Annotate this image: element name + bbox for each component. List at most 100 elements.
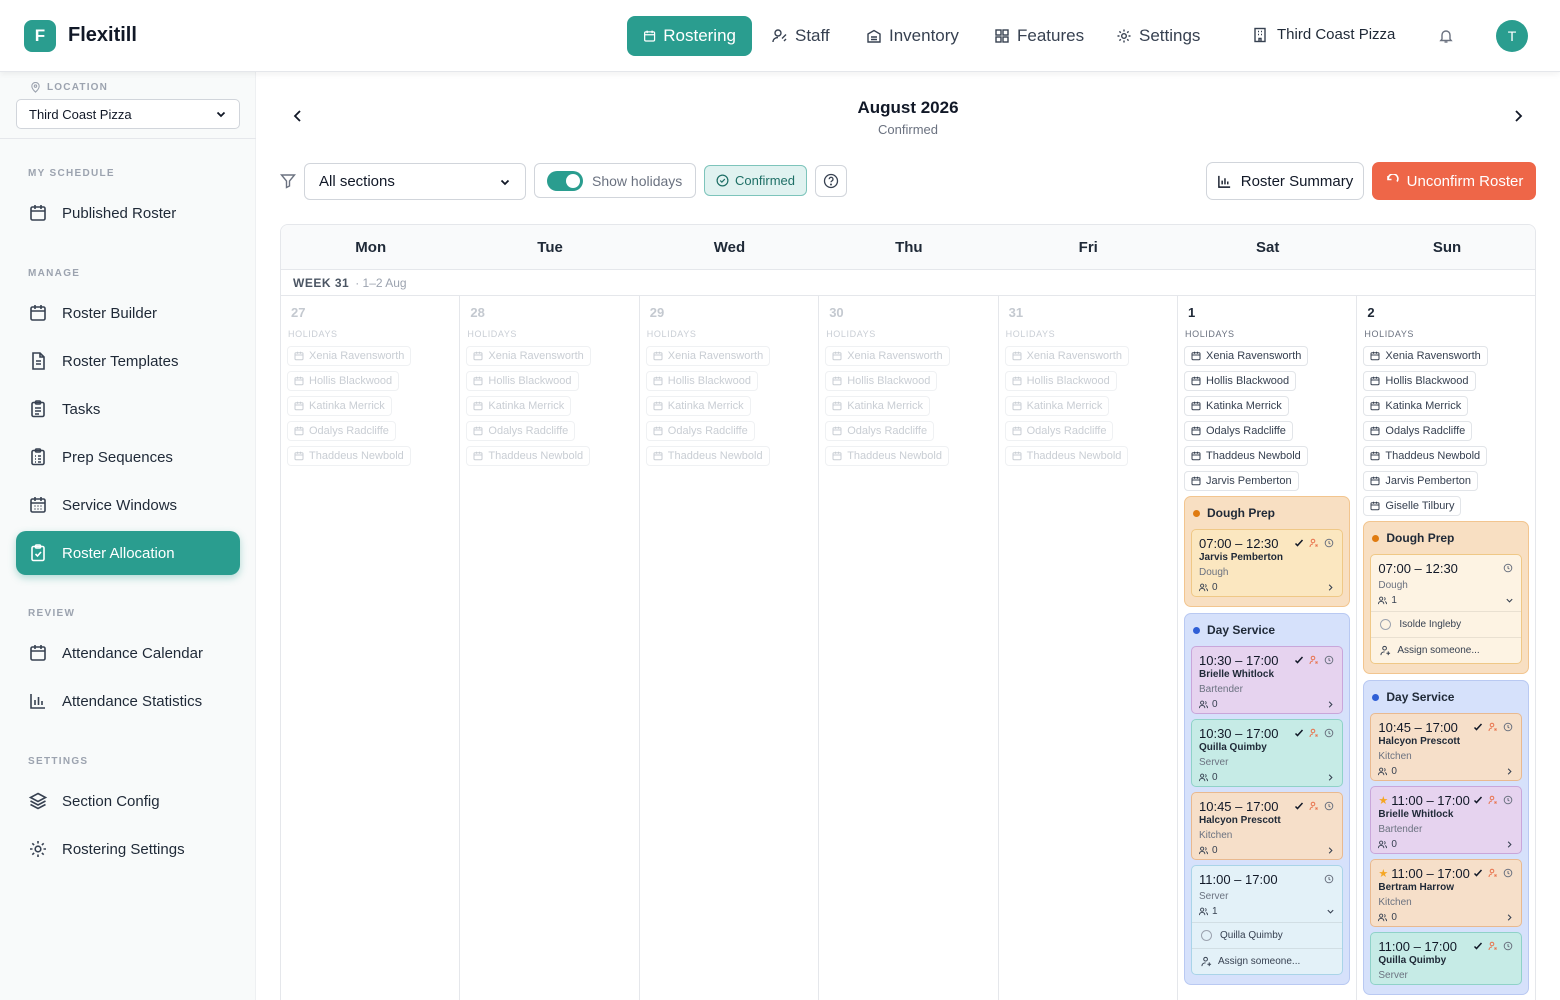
day-cell[interactable]: 1 HOLIDAYS Xenia Ravensworth Hollis Black…	[1178, 296, 1358, 1000]
shift-card[interactable]: 10:45 – 17:00 Halcyon Prescott Kitchen 0	[1370, 713, 1523, 781]
nav-features[interactable]: Features	[978, 16, 1100, 56]
shift-role: Kitchen	[1378, 897, 1412, 908]
holiday-chip-name: Odalys Radcliffe	[1026, 425, 1107, 437]
shift-time: 11:00 – 17:00	[1199, 872, 1278, 887]
history-icon[interactable]	[1503, 941, 1513, 951]
holiday-chip: Hollis Blackwood	[645, 371, 758, 391]
assign-someone-button[interactable]: Assign someone...	[1192, 948, 1342, 971]
user-swap-icon[interactable]	[1488, 941, 1498, 951]
history-icon[interactable]	[1503, 563, 1513, 573]
nav-rostering[interactable]: Rostering	[627, 16, 752, 56]
sidebar-item-roster-allocation[interactable]: Roster Allocation	[16, 531, 240, 575]
shift-card[interactable]: ★ 11:00 – 17:00 Bertram Harrow Kitchen 0	[1370, 859, 1523, 927]
day-cell[interactable]: 29 HOLIDAYS Xenia Ravensworth Hollis Blac…	[640, 296, 820, 1000]
shift-card[interactable]: 10:30 – 17:00 Quilla Quimby Server 0	[1191, 719, 1343, 787]
shift-count: 0	[1391, 766, 1397, 777]
holiday-chip-name: Katinka Merrick	[1206, 400, 1282, 412]
prev-month-button[interactable]	[290, 108, 306, 124]
history-icon[interactable]	[1503, 795, 1513, 805]
app-name[interactable]: Flexitill	[68, 24, 137, 47]
group-day-service[interactable]: Day Service 10:30 – 17:00 Brielle Whitlo…	[1184, 613, 1350, 985]
user-swap-icon[interactable]	[1309, 801, 1319, 811]
user-plus-icon	[1380, 645, 1391, 656]
shift-card[interactable]: ★ 11:00 – 17:00 Brielle Whitlock Bartende…	[1370, 786, 1523, 854]
app-logo[interactable]: F	[24, 20, 56, 52]
nav-staff[interactable]: Staff	[756, 16, 846, 56]
nav-inventory[interactable]: Inventory	[850, 16, 975, 56]
sidebar-item-tasks[interactable]: Tasks	[16, 387, 240, 431]
holiday-chip-name: Katinka Merrick	[1026, 400, 1103, 412]
user-plus-icon	[1201, 956, 1212, 967]
sidebar-item-attendance-calendar[interactable]: Attendance Calendar	[16, 631, 240, 675]
nav-settings[interactable]: Settings	[1100, 16, 1216, 56]
history-icon[interactable]	[1324, 538, 1334, 548]
history-icon[interactable]	[1324, 874, 1334, 884]
location-select[interactable]: Third Coast Pizza	[16, 99, 240, 129]
chevron-right-icon[interactable]	[1326, 700, 1335, 709]
user-swap-icon[interactable]	[1488, 722, 1498, 732]
history-icon[interactable]	[1324, 655, 1334, 665]
org-switcher[interactable]: Third Coast Pizza	[1252, 26, 1395, 43]
check-icon	[1294, 539, 1304, 547]
assign-someone-button[interactable]: Assign someone...	[1371, 637, 1522, 660]
calendar-icon	[1191, 476, 1201, 486]
help-button[interactable]	[815, 165, 847, 197]
confirmed-badge: Confirmed	[704, 165, 807, 196]
toggle-switch[interactable]	[547, 170, 583, 191]
sections-select[interactable]: All sections	[304, 163, 526, 200]
user-swap-icon[interactable]	[1309, 655, 1319, 665]
day-cell[interactable]: 27 HOLIDAYS Xenia Ravensworth Hollis Blac…	[281, 296, 461, 1000]
weekday-sat: Sat	[1255, 239, 1280, 256]
user-swap-icon[interactable]	[1309, 728, 1319, 738]
chevron-right-icon[interactable]	[1505, 840, 1514, 849]
sidebar-item-section-config[interactable]: Section Config	[16, 779, 240, 823]
avatar[interactable]: T	[1496, 20, 1528, 52]
chevron-right-icon[interactable]	[1326, 846, 1335, 855]
sidebar-item-roster-templates[interactable]: Roster Templates	[16, 339, 240, 383]
unconfirm-roster-button[interactable]: Unconfirm Roster	[1372, 162, 1536, 200]
group-dough-prep[interactable]: Dough Prep 07:00 – 12:30 Jarvis Pemberto…	[1184, 496, 1350, 607]
day-cell[interactable]: 30 HOLIDAYS Xenia Ravensworth Hollis Blac…	[819, 296, 999, 1000]
chevron-down-icon[interactable]	[1505, 596, 1514, 605]
sidebar-item-published-roster[interactable]: Published Roster	[16, 191, 240, 235]
shift-card[interactable]: 07:00 – 12:30 Dough 1 Isolde Ingleby Ass…	[1370, 554, 1523, 664]
sidebar-item-roster-builder[interactable]: Roster Builder	[16, 291, 240, 335]
history-icon[interactable]	[1324, 728, 1334, 738]
chevron-right-icon[interactable]	[1326, 583, 1335, 592]
history-icon[interactable]	[1503, 722, 1513, 732]
assignee-row[interactable]: Quilla Quimby	[1192, 922, 1342, 948]
staff-icon	[772, 29, 787, 43]
sidebar-item-rostering-settings[interactable]: Rostering Settings	[16, 827, 240, 871]
shift-card[interactable]: 10:30 – 17:00 Brielle Whitlock Bartender…	[1191, 646, 1343, 714]
history-icon[interactable]	[1503, 868, 1513, 878]
group-dough-prep[interactable]: Dough Prep 07:00 – 12:30 Dough 1 Isolde …	[1363, 521, 1530, 674]
day-cell[interactable]: 2 HOLIDAYS Xenia Ravensworth Hollis Black…	[1357, 296, 1535, 1000]
chevron-right-icon[interactable]	[1505, 767, 1514, 776]
day-cell[interactable]: 28 HOLIDAYS Xenia Ravensworth Hollis Blac…	[460, 296, 640, 1000]
bell-icon[interactable]	[1438, 28, 1454, 44]
nav-label: Staff	[795, 26, 830, 45]
shift-card[interactable]: 11:00 – 17:00 Quilla Quimby Server	[1370, 932, 1523, 985]
day-cell[interactable]: 31 HOLIDAYS Xenia Ravensworth Hollis Blac…	[999, 296, 1178, 1000]
radio-circle[interactable]	[1380, 619, 1392, 630]
sidebar-item-attendance-statistics[interactable]: Attendance Statistics	[16, 679, 240, 723]
chevron-right-icon[interactable]	[1505, 913, 1514, 922]
group-day-service[interactable]: Day Service 10:45 – 17:00 Halcyon Presco…	[1363, 680, 1530, 995]
next-month-button[interactable]	[1510, 108, 1526, 124]
user-swap-icon[interactable]	[1488, 868, 1498, 878]
chevron-down-icon[interactable]	[1326, 907, 1335, 916]
user-swap-icon[interactable]	[1488, 795, 1498, 805]
history-icon[interactable]	[1324, 801, 1334, 811]
shift-card[interactable]: 11:00 – 17:00 Server 1 Quilla Quimby Ass…	[1191, 865, 1343, 975]
assignee-row[interactable]: Isolde Ingleby	[1371, 611, 1522, 637]
shift-card[interactable]: 07:00 – 12:30 Jarvis Pemberton Dough 0	[1191, 529, 1343, 597]
shift-card[interactable]: 10:45 – 17:00 Halcyon Prescott Kitchen 0	[1191, 792, 1343, 860]
sidebar-item-service-windows[interactable]: Service Windows	[16, 483, 240, 527]
chevron-right-icon[interactable]	[1326, 773, 1335, 782]
group-title-text: Day Service	[1207, 623, 1276, 637]
show-holidays-toggle[interactable]: Show holidays	[534, 163, 696, 198]
radio-circle[interactable]	[1201, 930, 1212, 941]
user-swap-icon[interactable]	[1309, 538, 1319, 548]
roster-summary-button[interactable]: Roster Summary	[1206, 162, 1364, 200]
sidebar-item-prep-sequences[interactable]: Prep Sequences	[16, 435, 240, 479]
